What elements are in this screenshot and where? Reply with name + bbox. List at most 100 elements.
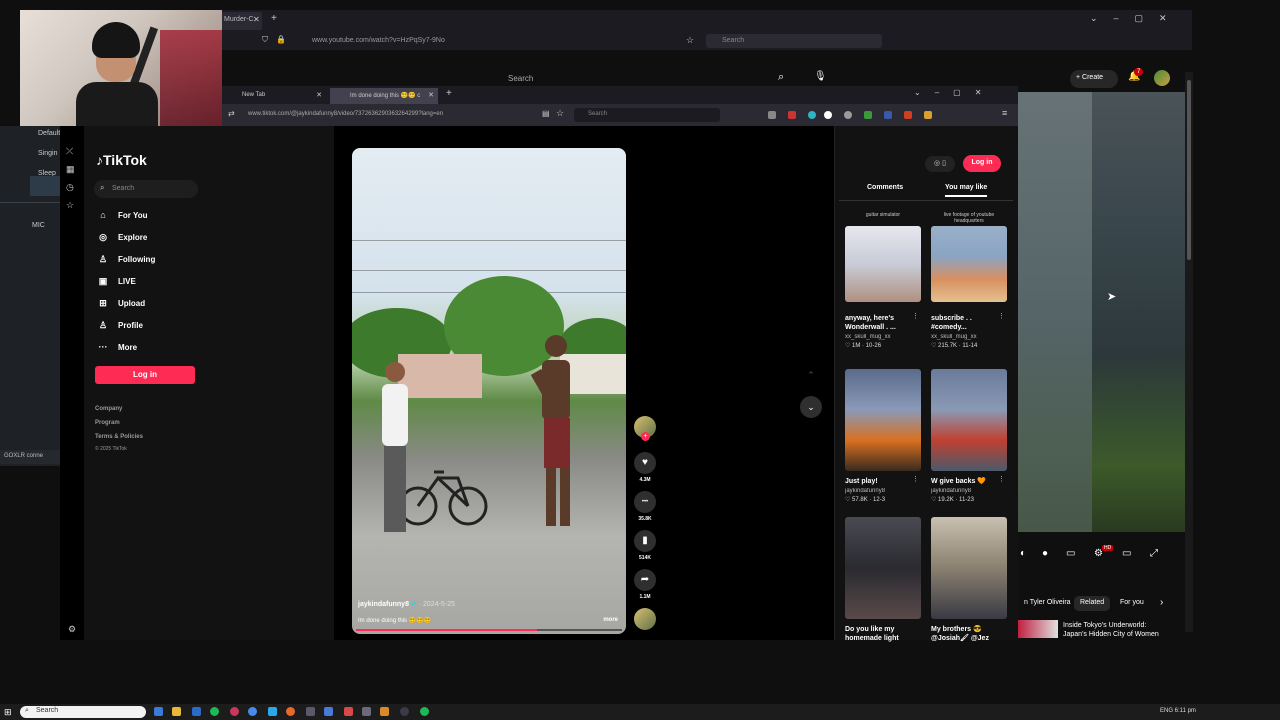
recommended-card[interactable]: My brothers 😎 @Josiah🖌 @Jez	[931, 517, 1007, 643]
sidebar-item-profile[interactable]: ♙ Profile	[96, 320, 143, 331]
extension-icon[interactable]	[864, 111, 872, 119]
card-title[interactable]: subscribe . . #comedy...	[931, 314, 1007, 332]
taskbar-app-icon[interactable]	[286, 707, 295, 716]
taskbar-app-icon[interactable]	[420, 707, 429, 716]
footer-link-company[interactable]: Company	[95, 406, 122, 412]
menu-icon[interactable]: ≡	[1002, 108, 1007, 118]
video-player[interactable]: jaykindafunny8 ✔ · 2024-5-25 Im done doi…	[352, 148, 626, 634]
create-button[interactable]: + Create	[1070, 70, 1118, 88]
recommended-card[interactable]: guitar simulator anyway, here's Wonderwa…	[845, 212, 921, 349]
recommended-card[interactable]: W give backs 🧡 jaykindafunny8 ♡ 19.2K · …	[931, 369, 1007, 503]
window-controls[interactable]: ⌄–▢✕	[1090, 13, 1183, 24]
scrollbar-thumb[interactable]	[1187, 80, 1191, 260]
close-icon[interactable]: ✕	[428, 91, 434, 99]
login-button[interactable]: Log in	[95, 366, 195, 384]
taskbar-app-icon[interactable]	[210, 707, 219, 716]
history-icon[interactable]: ◷	[66, 182, 74, 193]
inner-address-bar[interactable]: ⇄ www.tiktok.com/@jaykindafunny8/video/7…	[222, 104, 1018, 126]
extension-icon[interactable]	[884, 111, 892, 119]
like-action[interactable]: ♥ 4.3M	[632, 452, 658, 483]
gear-icon[interactable]: ⚙	[68, 624, 76, 635]
card-thumbnail[interactable]	[845, 517, 921, 619]
tiktok-search-input[interactable]: ⌕ Search	[94, 180, 198, 198]
comment-action[interactable]: ••• 35.8K	[632, 491, 658, 522]
card-title[interactable]: My brothers 😎 @Josiah🖌 @Jez	[931, 625, 1007, 643]
card-thumbnail[interactable]	[845, 369, 921, 471]
bookmark-icon[interactable]: ▮	[634, 530, 656, 552]
inner-tab-tiktok[interactable]: Im done doing this 😵‍💫😵‍💫 c ✕	[330, 88, 438, 104]
heart-icon[interactable]: ♥	[634, 452, 656, 474]
card-thumbnail[interactable]	[931, 369, 1007, 471]
card-author[interactable]: xx_skull_mug_xx	[845, 334, 921, 340]
music-disc-avatar[interactable]	[634, 608, 656, 630]
bookmark-action[interactable]: ▮ 514K	[632, 530, 658, 561]
obs-selected-row[interactable]	[30, 176, 60, 196]
footer-link-terms[interactable]: Terms & Policies	[95, 434, 143, 440]
theater-mode-icon[interactable]: ▭	[1122, 548, 1131, 559]
chevron-right-icon[interactable]: ›	[1160, 597, 1163, 608]
microphone-icon[interactable]: 🎙	[814, 71, 827, 82]
taskbar-app-icon[interactable]	[380, 707, 389, 716]
card-author[interactable]: jaykindafunny8	[845, 488, 921, 494]
subtitles-icon[interactable]: ▭	[1066, 548, 1075, 559]
taskbar-app-icon[interactable]	[344, 707, 353, 716]
close-icon[interactable]: ✕	[316, 91, 322, 99]
sidebar-item-explore[interactable]: ◎ Explore	[96, 232, 147, 243]
extension-icon[interactable]	[904, 111, 912, 119]
outer-search-field[interactable]: Search	[706, 34, 882, 48]
close-icon[interactable]: ✕	[253, 15, 260, 24]
recommended-card[interactable]: Do you like my homemade light	[845, 517, 921, 643]
bookmark-star-icon[interactable]: ☆	[556, 108, 564, 119]
sidebar-item-upload[interactable]: ⊞ Upload	[96, 298, 145, 309]
obs-scene-item[interactable]: Singin	[38, 150, 57, 157]
sidebar-toggle-icon[interactable]: ⤫	[66, 146, 73, 157]
card-thumbnail[interactable]	[845, 226, 921, 302]
comment-icon[interactable]: •••	[634, 491, 656, 513]
autoplay-toggle-icon[interactable]: ●	[1042, 548, 1048, 559]
extension-icon[interactable]	[808, 111, 816, 119]
login-button-top[interactable]: Log in	[963, 155, 1001, 172]
avatar[interactable]	[1154, 70, 1170, 86]
recommended-video-thumbnail[interactable]	[1018, 620, 1058, 638]
windows-start-icon[interactable]: ⊞	[4, 707, 12, 718]
chip-for-you[interactable]: For you	[1114, 596, 1150, 611]
inner-tab-new[interactable]: New Tab ✕	[222, 88, 326, 104]
taskbar-app-icon[interactable]	[192, 707, 201, 716]
card-thumbnail[interactable]	[931, 226, 1007, 302]
taskbar-app-icon[interactable]	[172, 707, 181, 716]
card-author[interactable]: jaykindafunny8	[931, 488, 1007, 494]
previous-video-button[interactable]: ⌃	[800, 364, 822, 386]
footer-link-program[interactable]: Program	[95, 420, 120, 426]
extension-icon[interactable]	[788, 111, 796, 119]
more-options-icon[interactable]: ⋮	[998, 475, 1005, 483]
taskbar-search[interactable]: ⌕ Search	[20, 706, 146, 718]
taskbar-app-icon[interactable]	[248, 707, 257, 716]
video-author[interactable]: jaykindafunny8 ✔ · 2024-5-25	[358, 600, 455, 608]
more-options-icon[interactable]: ⋮	[998, 312, 1005, 320]
recommended-card[interactable]: live footage of youtube headquarters sub…	[931, 212, 1007, 349]
coin-icon[interactable]: ◎ ▯	[925, 156, 955, 172]
bookmark-star-icon[interactable]: ☆	[686, 35, 694, 46]
follow-plus-icon[interactable]: +	[641, 432, 650, 441]
extension-icon[interactable]	[924, 111, 932, 119]
taskbar-app-icon[interactable]	[400, 707, 409, 716]
tiktok-logo[interactable]: ♪TikTok	[96, 152, 147, 168]
sidebar-item-more[interactable]: ··· More	[96, 342, 138, 352]
card-thumbnail[interactable]	[931, 517, 1007, 619]
caption-more-link[interactable]: more	[603, 617, 618, 623]
taskbar-app-icon[interactable]	[268, 707, 277, 716]
more-options-icon[interactable]: ⋮	[912, 475, 919, 483]
window-controls[interactable]: ⌄–▢✕	[914, 88, 995, 97]
creator-avatar[interactable]: +	[634, 416, 656, 441]
inner-url-text[interactable]: www.tiktok.com/@jaykindafunny8/video/737…	[248, 111, 443, 117]
card-title[interactable]: Do you like my homemade light	[845, 625, 921, 643]
sidebar-item-for-you[interactable]: ⌂ For You	[96, 210, 147, 220]
next-video-button[interactable]: ⌄	[800, 396, 822, 418]
more-options-icon[interactable]: ⋮	[912, 312, 919, 320]
outer-address-bar[interactable]: ⛉ 🔒 www.youtube.com/watch?v=HzPqSy7-9No …	[222, 32, 1192, 50]
extension-icon[interactable]	[844, 111, 852, 119]
reader-icon[interactable]: ▤	[542, 109, 550, 118]
tab-you-may-like[interactable]: You may like	[945, 184, 988, 197]
sidebar-item-following[interactable]: ♙ Following	[96, 254, 155, 265]
miniplayer-icon[interactable]: ◐	[1020, 548, 1026, 559]
